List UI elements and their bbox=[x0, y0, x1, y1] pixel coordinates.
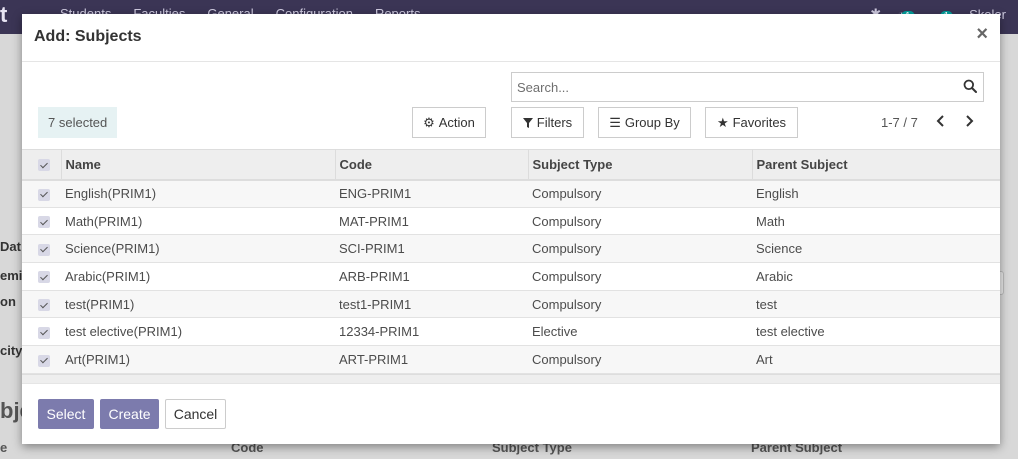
background-label-date: Dat bbox=[0, 239, 21, 254]
column-header-code[interactable]: Code bbox=[335, 149, 529, 180]
table-row[interactable]: Math(PRIM1) MAT-PRIM1 Compulsory Math bbox=[22, 207, 1000, 235]
filters-button[interactable]: Filters bbox=[511, 107, 584, 138]
column-header-parent-subject[interactable]: Parent Subject bbox=[752, 150, 1000, 180]
cell-parent-subject: Science bbox=[756, 241, 803, 257]
select-all-checkbox[interactable] bbox=[22, 149, 62, 180]
cell-parent-subject: test elective bbox=[756, 324, 825, 340]
subjects-table: Name Code Subject Type Parent Subject En… bbox=[22, 149, 1000, 374]
pager-value[interactable]: 1-7 / 7 bbox=[881, 115, 918, 130]
dialog-footer: Select Create Cancel bbox=[22, 383, 1000, 444]
create-button[interactable]: Create bbox=[100, 399, 159, 429]
background-header-name: e bbox=[0, 440, 8, 455]
cell-parent-subject: English bbox=[756, 186, 799, 202]
dialog-title: Add: Subjects bbox=[34, 28, 142, 45]
filter-icon bbox=[522, 117, 533, 128]
cell-subject-type: Compulsory bbox=[532, 296, 602, 312]
cell-name: Art(PRIM1) bbox=[65, 351, 130, 367]
check-icon bbox=[38, 159, 50, 172]
row-checkbox[interactable] bbox=[22, 290, 61, 318]
cell-code: ARB-PRIM1 bbox=[339, 268, 410, 284]
check-icon bbox=[38, 243, 50, 256]
row-checkbox[interactable] bbox=[22, 207, 61, 235]
cell-name: Science(PRIM1) bbox=[65, 241, 160, 257]
cell-name: test elective(PRIM1) bbox=[65, 324, 183, 340]
check-icon bbox=[38, 354, 50, 367]
cell-name: Arabic(PRIM1) bbox=[65, 268, 151, 284]
group-by-button[interactable]: ☰ Group By bbox=[598, 107, 691, 138]
cell-name: test(PRIM1) bbox=[65, 296, 135, 312]
table-footer bbox=[22, 373, 1000, 383]
column-header-subject-type[interactable]: Subject Type bbox=[528, 149, 753, 180]
check-icon bbox=[38, 326, 50, 339]
table-row[interactable]: test elective(PRIM1) 12334-PRIM1 Electiv… bbox=[22, 317, 1000, 346]
group-by-label: Group By bbox=[624, 115, 680, 130]
cell-code: test1-PRIM1 bbox=[339, 296, 412, 312]
cell-subject-type: Compulsory bbox=[532, 268, 602, 284]
row-checkbox[interactable] bbox=[22, 318, 61, 346]
check-icon bbox=[38, 271, 50, 284]
background-label-capacity: city bbox=[0, 343, 23, 358]
check-icon bbox=[38, 188, 50, 201]
cell-code: SCI-PRIM1 bbox=[339, 241, 405, 257]
cell-parent-subject: Arabic bbox=[756, 268, 793, 284]
row-checkbox[interactable] bbox=[22, 263, 61, 291]
action-button[interactable]: ⚙ Action bbox=[412, 107, 486, 138]
selected-count: 7 selected bbox=[38, 107, 117, 138]
cancel-button[interactable]: Cancel bbox=[165, 399, 226, 429]
cell-code: ENG-PRIM1 bbox=[339, 186, 412, 202]
check-icon bbox=[38, 299, 50, 312]
cell-subject-type: Compulsory bbox=[532, 351, 602, 367]
filters-label: Filters bbox=[536, 115, 573, 130]
star-icon: ★ bbox=[716, 114, 729, 130]
favorites-label: Favorites bbox=[732, 115, 787, 130]
app-brand: t bbox=[0, 2, 8, 27]
cell-subject-type: Compulsory bbox=[532, 213, 602, 229]
subjects-list: Name Code Subject Type Parent Subject En… bbox=[22, 149, 1000, 383]
search-input[interactable] bbox=[512, 73, 952, 101]
cell-code: 12334-PRIM1 bbox=[339, 324, 420, 340]
cell-parent-subject: Math bbox=[756, 213, 785, 229]
chevron-right-icon[interactable] bbox=[961, 113, 977, 129]
dialog-header: Add: Subjects × bbox=[22, 14, 1000, 62]
cell-subject-type: Compulsory bbox=[532, 186, 602, 202]
search-icon[interactable] bbox=[963, 79, 977, 93]
list-icon: ☰ bbox=[609, 114, 621, 130]
favorites-button[interactable]: ★ Favorites bbox=[705, 107, 798, 138]
column-header-name[interactable]: Name bbox=[61, 149, 336, 180]
action-label: Action bbox=[438, 115, 475, 130]
table-header-row: Name Code Subject Type Parent Subject bbox=[22, 149, 1000, 180]
cell-name: English(PRIM1) bbox=[65, 186, 157, 202]
row-checkbox[interactable] bbox=[22, 235, 61, 263]
table-row[interactable]: Arabic(PRIM1) ARB-PRIM1 Compulsory Arabi… bbox=[22, 262, 1000, 291]
cell-code: MAT-PRIM1 bbox=[339, 213, 409, 229]
chevron-left-icon[interactable] bbox=[933, 113, 949, 129]
row-checkbox[interactable] bbox=[22, 180, 61, 208]
cell-code: ART-PRIM1 bbox=[339, 351, 409, 367]
cell-parent-subject: Art bbox=[756, 351, 773, 367]
add-subjects-dialog: Add: Subjects × 7 selected ⚙ Action Filt… bbox=[22, 14, 1000, 444]
select-button[interactable]: Select bbox=[38, 399, 94, 429]
cell-name: Math(PRIM1) bbox=[65, 213, 143, 229]
cell-parent-subject: test bbox=[756, 296, 777, 312]
table-row[interactable]: test(PRIM1) test1-PRIM1 Compulsory test bbox=[22, 290, 1000, 318]
table-row[interactable]: Science(PRIM1) SCI-PRIM1 Compulsory Scie… bbox=[22, 234, 1000, 263]
table-row[interactable]: Art(PRIM1) ART-PRIM1 Compulsory Art bbox=[22, 345, 1000, 374]
search-box bbox=[511, 72, 984, 102]
control-panel: 7 selected ⚙ Action Filters ☰ Group By ★… bbox=[22, 62, 1000, 149]
close-icon[interactable]: × bbox=[976, 24, 988, 44]
row-checkbox[interactable] bbox=[22, 346, 61, 374]
gear-icon: ⚙ bbox=[423, 114, 435, 130]
cell-subject-type: Elective bbox=[532, 324, 578, 340]
background-label-section: on bbox=[0, 294, 16, 309]
cell-subject-type: Compulsory bbox=[532, 241, 602, 257]
check-icon bbox=[38, 216, 50, 229]
table-row[interactable]: English(PRIM1) ENG-PRIM1 Compulsory Engl… bbox=[22, 179, 1000, 208]
